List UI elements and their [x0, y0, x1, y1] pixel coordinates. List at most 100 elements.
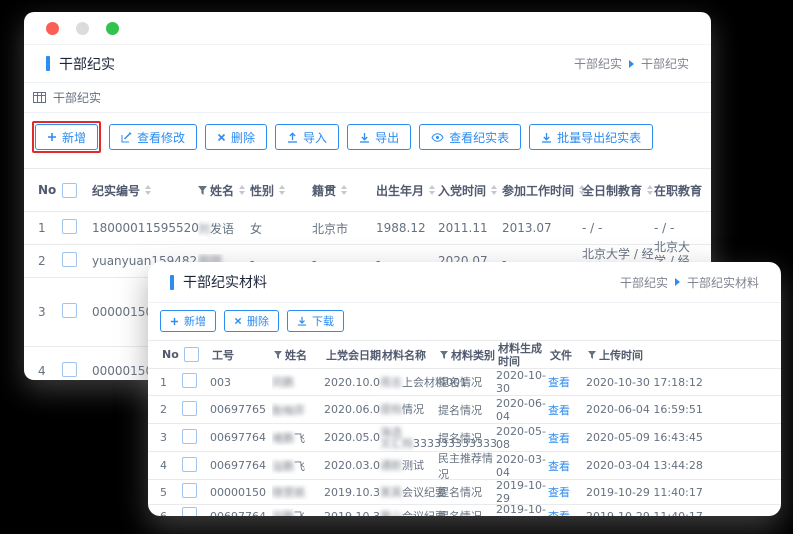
column-record-id[interactable]: 纪实编号 — [92, 182, 198, 199]
meeting-date-cell: 2020.05.09 — [324, 431, 380, 444]
import-button[interactable]: 导入 — [275, 124, 339, 150]
category-cell: 提名情况 — [438, 430, 496, 446]
row-number: 1 — [160, 376, 182, 389]
page-header: 干部纪实 干部纪实 干部纪实 — [24, 45, 711, 83]
view-edit-button[interactable]: 查看修改 — [109, 124, 197, 150]
sort-icon[interactable] — [429, 185, 435, 195]
generated-time-cell: 2019-10-29 — [496, 479, 548, 505]
column-native-place[interactable]: 籍贯 — [312, 182, 376, 199]
column-material-category[interactable]: 材料类别 — [440, 347, 498, 363]
sort-icon[interactable] — [341, 185, 347, 195]
row-number: 5 — [160, 486, 182, 499]
employee-id-cell: 00697764 — [210, 510, 272, 517]
window-chrome — [24, 12, 711, 45]
name-cell: 随营姚 — [272, 484, 324, 500]
table-row: 2 00697765 胎柚弈 2020.06.04 提档情况 提名情况 2020… — [148, 396, 781, 424]
birth-cell: 1988.12 — [376, 221, 438, 235]
view-file-link: 查看 — [548, 402, 586, 418]
column-work-start[interactable]: 参加工作时间 — [502, 182, 582, 199]
breadcrumb-item[interactable]: 干部纪实 — [620, 274, 668, 291]
export-button[interactable]: 导出 — [347, 124, 411, 150]
delete-button[interactable]: 删除 — [205, 124, 267, 150]
generated-time-cell: 2020-10-30 — [496, 369, 548, 395]
table-row: 4 00697764 溢鹏飞 2020.03.03 通航测试 民主推荐情况 20… — [148, 452, 781, 480]
select-all-checkbox[interactable] — [184, 347, 199, 362]
plus-icon — [47, 132, 57, 142]
table-row: 3 00697764 褚鹏飞 2020.05.09 海选 文汇档33333333… — [148, 424, 781, 452]
row-checkbox[interactable] — [62, 362, 77, 377]
column-name[interactable]: 姓名 — [198, 182, 250, 199]
upload-icon — [287, 132, 298, 143]
upload-time-cell: 2020-06-04 16:59:51 — [586, 403, 769, 416]
column-upload-time[interactable]: 上传时间 — [588, 347, 767, 363]
view-record-table-button[interactable]: 查看纪实表 — [419, 124, 521, 150]
table-row: 1 18000011595520000 刘发语 女 北京市 1988.12 20… — [24, 212, 711, 245]
filter-funnel-icon[interactable] — [588, 351, 596, 359]
column-no: No — [162, 348, 184, 361]
minimize-window-button[interactable] — [76, 22, 89, 35]
row-checkbox[interactable] — [182, 373, 197, 388]
close-icon — [217, 133, 226, 142]
row-checkbox[interactable] — [62, 252, 77, 267]
row-checkbox[interactable] — [182, 507, 197, 516]
sort-icon[interactable] — [279, 185, 285, 195]
row-number: 4 — [160, 459, 182, 472]
fulltime-edu-cell: - / - — [582, 221, 654, 235]
row-checkbox[interactable] — [182, 429, 197, 444]
section-bar: 干部纪实 — [24, 83, 711, 113]
close-window-button[interactable] — [46, 22, 59, 35]
upload-time-cell: 2020-10-30 17:18:12 — [586, 376, 769, 389]
breadcrumb-item-current: 干部纪实材料 — [687, 274, 759, 291]
name-cell: 褚鹏飞 — [272, 430, 324, 446]
employee-id-cell: 00697765 — [210, 403, 272, 416]
sort-icon[interactable] — [647, 185, 653, 195]
add-button[interactable]: 新增 — [35, 124, 98, 150]
row-checkbox[interactable] — [62, 303, 77, 318]
material-name-cell: 周志上会材料001 — [380, 377, 438, 388]
zoom-window-button[interactable] — [106, 22, 119, 35]
column-gender[interactable]: 性别 — [250, 182, 312, 199]
sort-icon[interactable] — [145, 185, 151, 195]
native-cell: 北京市 — [312, 220, 376, 237]
generated-time-cell: 2020-03-04 — [496, 453, 548, 479]
column-name[interactable]: 姓名 — [274, 347, 326, 363]
column-file: 文件 — [550, 347, 588, 363]
delete-button[interactable]: 删除 — [224, 310, 279, 332]
column-birth[interactable]: 出生年月 — [376, 182, 438, 199]
breadcrumb-arrow-icon — [675, 278, 680, 286]
party-join-cell: 2011.11 — [438, 221, 502, 235]
sort-icon[interactable] — [239, 185, 245, 195]
column-fulltime-edu[interactable]: 全日制教育 — [582, 182, 654, 199]
employee-id-cell: 00697764 — [210, 431, 272, 444]
filter-funnel-icon[interactable] — [440, 351, 448, 359]
row-checkbox[interactable] — [182, 483, 197, 498]
title-accent-bar — [170, 275, 174, 290]
work-start-cell: 2013.07 — [502, 221, 582, 235]
batch-export-button[interactable]: 批量导出纪实表 — [529, 124, 653, 150]
column-select — [62, 183, 92, 198]
filter-funnel-icon[interactable] — [198, 186, 207, 195]
name-cell: 刘发语 — [198, 220, 250, 237]
filter-funnel-icon[interactable] — [274, 351, 282, 359]
meeting-date-cell: 2019.10.30 — [324, 510, 380, 517]
download-button[interactable]: 下载 — [287, 310, 344, 332]
view-file-link: 查看 — [548, 508, 586, 516]
breadcrumb-item[interactable]: 干部纪实 — [574, 55, 622, 72]
column-party-join[interactable]: 入党时间 — [438, 182, 502, 199]
row-checkbox[interactable] — [182, 457, 197, 472]
view-file-link: 查看 — [548, 430, 586, 446]
meeting-date-cell: 2019.10.30 — [324, 486, 380, 499]
download-icon — [541, 132, 552, 143]
record-id-cell: 18000011595520000 — [92, 221, 198, 235]
grid-table-icon — [33, 92, 46, 103]
add-button[interactable]: 新增 — [160, 310, 216, 332]
row-checkbox[interactable] — [62, 219, 77, 234]
table-row: 6 00697764 溢鹏飞 2019.10.30 第山会议纪要 提名情况 20… — [148, 505, 781, 516]
download-icon — [359, 132, 370, 143]
sort-icon[interactable] — [491, 185, 497, 195]
row-checkbox[interactable] — [182, 401, 197, 416]
select-all-checkbox[interactable] — [62, 183, 77, 198]
table-row: 5 00000150 随营姚 2019.10.30 某莴会议纪要 提名情况 20… — [148, 480, 781, 505]
employee-id-cell: 00000150 — [210, 486, 272, 499]
material-name-cell: 海选 文汇档333333333333 — [380, 427, 438, 449]
